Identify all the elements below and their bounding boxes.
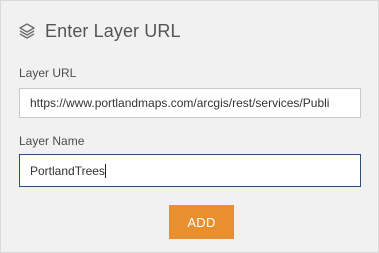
layer-name-value: PortlandTrees — [30, 163, 105, 178]
layer-url-value: https://www.portlandmaps.com/arcgis/rest… — [30, 96, 330, 110]
layers-icon — [18, 22, 36, 40]
layer-name-input[interactable]: PortlandTrees — [19, 154, 361, 187]
page-title: Enter Layer URL — [45, 20, 181, 41]
add-button[interactable]: ADD — [169, 205, 234, 239]
text-cursor — [104, 163, 106, 178]
panel-header: Enter Layer URL — [18, 19, 181, 43]
enter-layer-url-panel: Enter Layer URL Layer URL https://www.po… — [0, 0, 379, 253]
layer-url-input[interactable]: https://www.portlandmaps.com/arcgis/rest… — [19, 88, 361, 118]
layer-name-label: Layer Name — [19, 134, 85, 148]
layer-url-label: Layer URL — [19, 66, 77, 80]
